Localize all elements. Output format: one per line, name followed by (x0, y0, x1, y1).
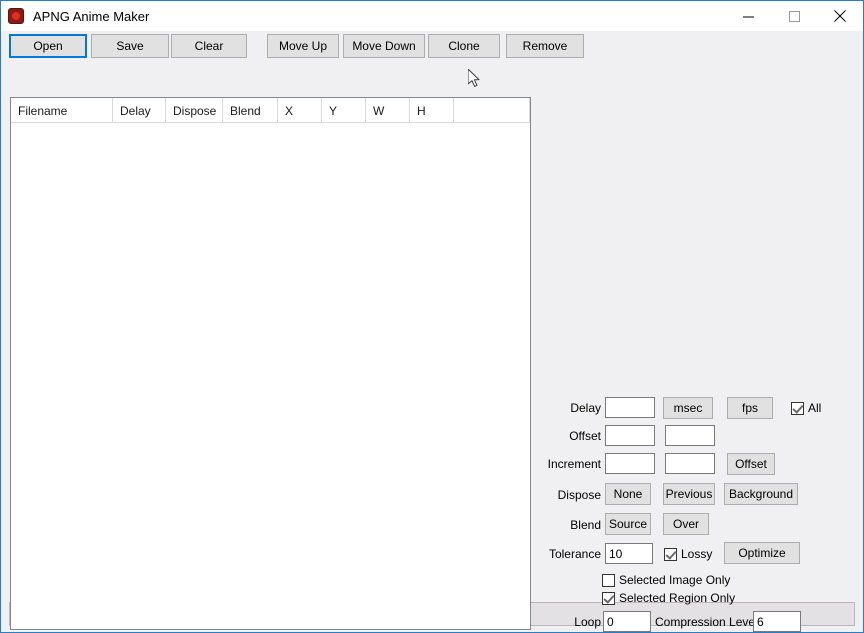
offset-y-input[interactable] (665, 425, 715, 446)
fps-button[interactable]: fps (727, 397, 773, 419)
column-header[interactable]: H (410, 98, 454, 123)
window-title: APNG Anime Maker (33, 8, 150, 24)
window-controls (725, 1, 863, 31)
save-button[interactable]: Save (91, 34, 169, 58)
move-up-button[interactable]: Move Up (267, 34, 339, 58)
optimize-button[interactable]: Optimize (724, 542, 800, 564)
dispose-background-button[interactable]: Background (724, 483, 798, 505)
dispose-label: Dispose (557, 488, 601, 502)
all-checkbox-label: All (808, 401, 822, 415)
move-down-button[interactable]: Move Down (343, 34, 425, 58)
msec-button[interactable]: msec (663, 397, 713, 419)
clear-button[interactable]: Clear (171, 34, 247, 58)
frame-list-header: Filename Delay Dispose Blend X Y W H (11, 98, 530, 123)
minimize-icon[interactable] (725, 1, 771, 31)
clone-button[interactable]: Clone (428, 34, 500, 58)
offset-x-input[interactable] (605, 425, 655, 446)
compression-level-input[interactable] (753, 611, 801, 632)
selected-region-only-label: Selected Region Only (619, 591, 736, 605)
offset-label: Offset (569, 429, 601, 443)
column-header[interactable]: X (278, 98, 322, 123)
tolerance-input[interactable] (605, 543, 653, 564)
selected-image-only-label: Selected Image Only (619, 573, 731, 587)
frame-list[interactable]: Filename Delay Dispose Blend X Y W H (10, 97, 531, 630)
column-header[interactable]: Delay (113, 98, 166, 123)
increment-label: Increment (547, 457, 601, 471)
toolbar: Open Save Clear Move Up Move Down Clone Remove (1, 31, 863, 61)
frame-list-body[interactable] (11, 123, 530, 629)
close-icon[interactable] (817, 1, 863, 31)
compression-level-label: Compression Level (655, 615, 758, 629)
apng-app-icon (8, 8, 24, 24)
increment-y-input[interactable] (665, 453, 715, 474)
mouse-cursor (468, 69, 480, 87)
delay-input[interactable] (605, 397, 655, 418)
maximize-icon[interactable] (771, 1, 817, 31)
dispose-previous-button[interactable]: Previous (663, 483, 715, 505)
blend-source-button[interactable]: Source (605, 513, 651, 535)
all-checkbox[interactable]: All (791, 399, 821, 417)
title-bar: APNG Anime Maker (1, 1, 863, 31)
lossy-checkbox-box[interactable] (664, 547, 677, 561)
selected-region-only-checkbox[interactable]: Selected Region Only (602, 589, 735, 607)
remove-button[interactable]: Remove (506, 34, 584, 58)
blend-label: Blend (570, 518, 601, 532)
column-header[interactable]: Blend (223, 98, 278, 123)
increment-x-input[interactable] (605, 453, 655, 474)
tolerance-label: Tolerance (548, 547, 601, 561)
main-window: APNG Anime Maker Open Save Clear Move Up Mov… (0, 0, 864, 633)
content-area: Filename Delay Dispose Blend X Y W H Delay msec… (1, 61, 863, 632)
column-header[interactable] (454, 98, 530, 123)
app-icon-dot (12, 12, 20, 20)
loop-label: Loop (574, 615, 601, 629)
settings-panel: Delay msec fps All Offset Increment Offs… (541, 61, 861, 632)
blend-over-button[interactable]: Over (663, 513, 709, 535)
column-header[interactable]: W (366, 98, 410, 123)
column-header[interactable]: Y (322, 98, 366, 123)
selected-region-only-box[interactable] (602, 591, 615, 605)
loop-input[interactable] (603, 611, 651, 632)
selected-image-only-checkbox[interactable]: Selected Image Only (602, 571, 730, 589)
delay-label: Delay (570, 401, 601, 415)
dispose-none-button[interactable]: None (605, 483, 651, 505)
column-header[interactable]: Filename (11, 98, 113, 123)
lossy-checkbox-label: Lossy (681, 547, 713, 561)
increment-offset-button[interactable]: Offset (727, 453, 775, 475)
selected-image-only-box[interactable] (602, 573, 615, 587)
all-checkbox-box[interactable] (791, 401, 804, 415)
column-header[interactable]: Dispose (166, 98, 223, 123)
lossy-checkbox[interactable]: Lossy (664, 545, 712, 563)
open-button[interactable]: Open (9, 34, 87, 58)
